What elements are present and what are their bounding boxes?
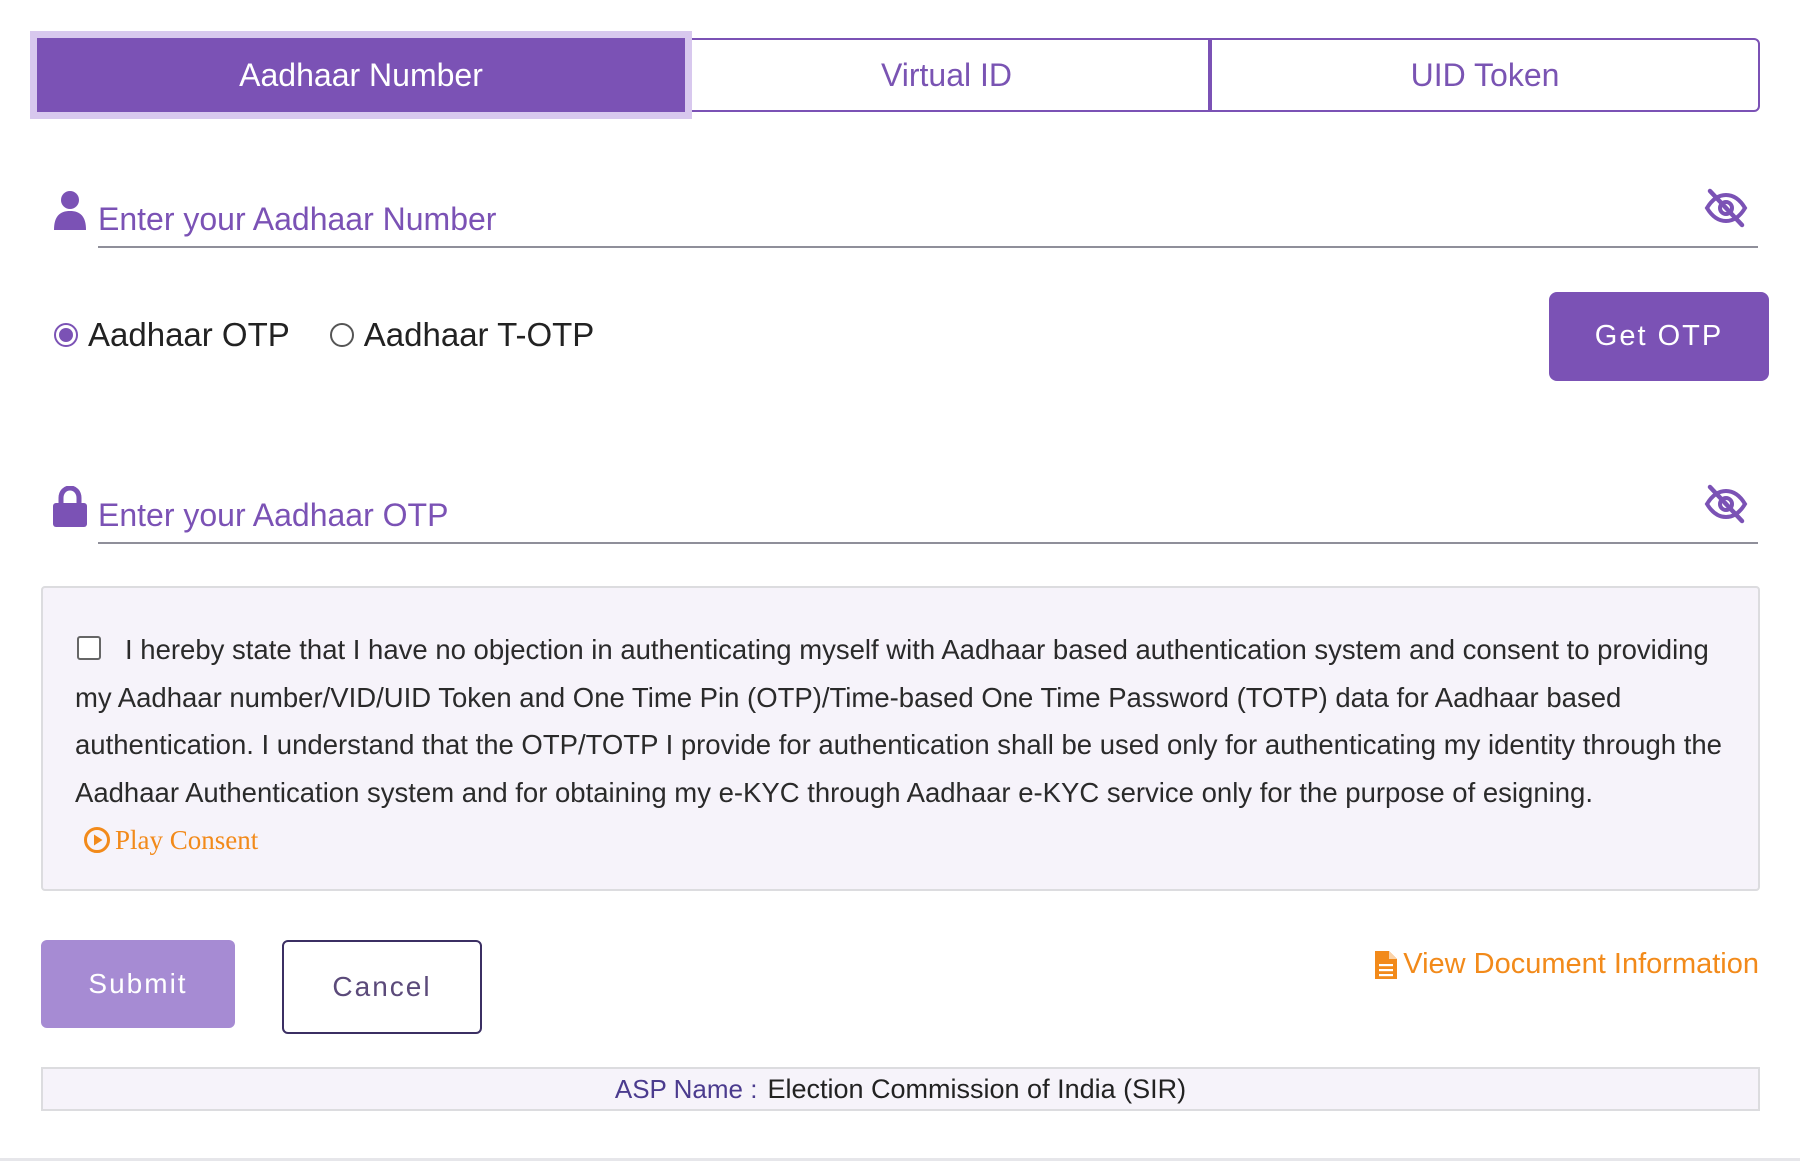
otp-type-group: Aadhaar OTP Aadhaar T-OTP: [54, 310, 634, 360]
radio-aadhaar-totp-label: Aadhaar T-OTP: [363, 316, 595, 353]
tab-aadhaar-number[interactable]: Aadhaar Number: [37, 38, 685, 112]
eye-slash-icon[interactable]: [1704, 482, 1748, 526]
radio-aadhaar-otp-indicator[interactable]: [54, 323, 78, 347]
user-icon: [54, 191, 86, 230]
radio-aadhaar-otp[interactable]: Aadhaar OTP: [54, 316, 290, 354]
eye-slash-icon[interactable]: [1704, 186, 1748, 230]
tab-uid-token[interactable]: UID Token: [1210, 38, 1760, 112]
lock-icon: [53, 486, 87, 527]
view-document-info-link[interactable]: View Document Information: [1375, 948, 1759, 981]
play-consent-label: Play Consent: [115, 825, 259, 855]
tab-virtual-id[interactable]: Virtual ID: [685, 38, 1210, 112]
document-icon: [1375, 950, 1398, 979]
consent-paragraph: I hereby state that I have no objection …: [75, 626, 1726, 865]
cancel-button[interactable]: Cancel: [282, 940, 482, 1034]
asp-name-bar: ASP Name : Election Commission of India …: [41, 1067, 1760, 1111]
view-document-info-label: View Document Information: [1403, 948, 1759, 980]
submit-button[interactable]: Submit: [41, 940, 235, 1028]
radio-aadhaar-totp[interactable]: Aadhaar T-OTP: [329, 316, 595, 354]
aadhaar-number-field: [52, 176, 1758, 248]
asp-name-label: ASP Name :: [614, 1073, 758, 1104]
radio-aadhaar-otp-label: Aadhaar OTP: [88, 316, 290, 353]
get-otp-button[interactable]: Get OTP: [1549, 292, 1769, 381]
consent-checkbox[interactable]: [77, 636, 101, 660]
asp-name-value: Election Commission of India (SIR): [767, 1073, 1187, 1104]
play-circle-icon: [84, 827, 110, 853]
radio-aadhaar-totp-indicator[interactable]: [329, 323, 354, 347]
aadhaar-number-input[interactable]: [98, 176, 1758, 248]
auth-method-tabs: Aadhaar Number Virtual ID UID Token: [37, 38, 1760, 112]
consent-panel: I hereby state that I have no objection …: [41, 586, 1760, 891]
play-consent-link[interactable]: Play Consent: [75, 825, 258, 855]
aadhaar-otp-field: [52, 472, 1758, 544]
aadhaar-otp-input[interactable]: [98, 472, 1758, 544]
consent-text: I hereby state that I have no objection …: [75, 634, 1722, 808]
